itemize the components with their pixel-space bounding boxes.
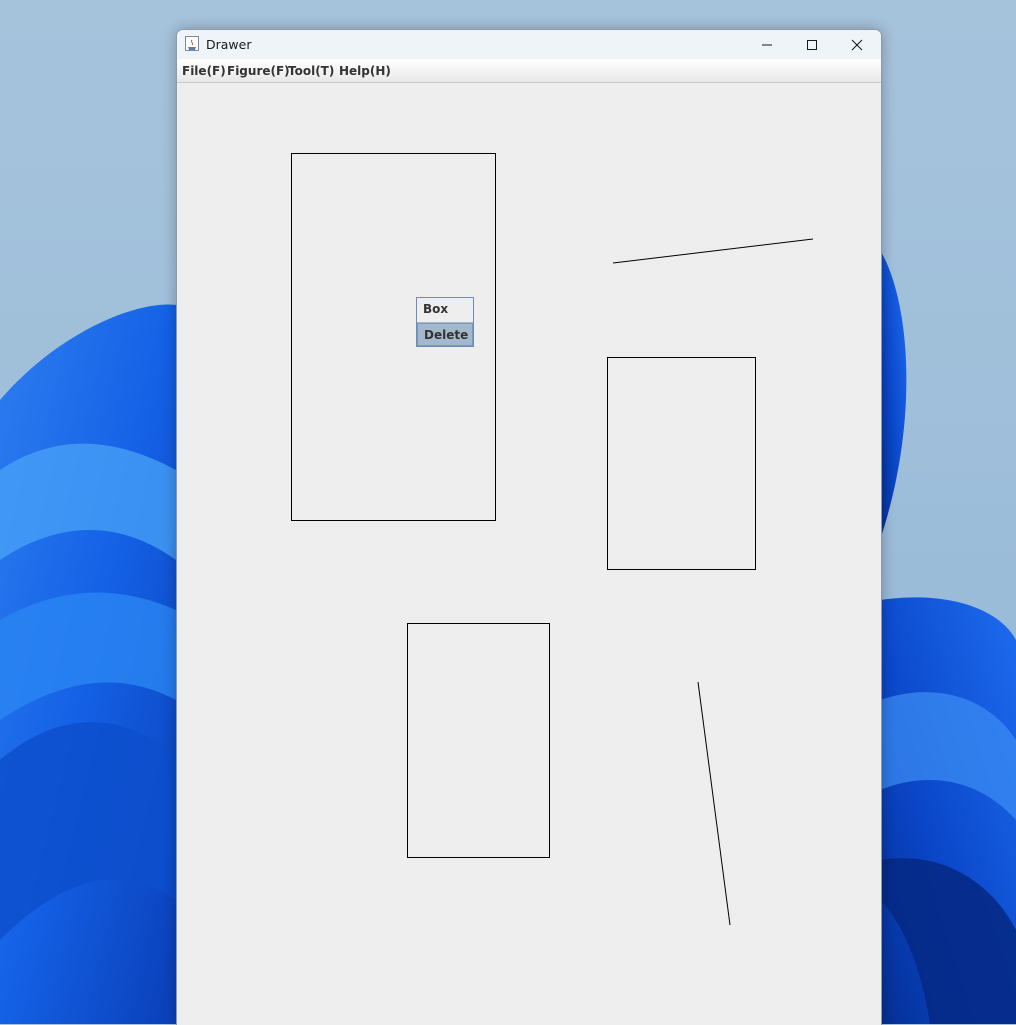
minimize-icon <box>762 44 772 45</box>
drawer-window: Drawer File(F) Figure(F) Tool(T) Help(H) <box>176 29 882 1025</box>
drawing-canvas[interactable]: Box Delete <box>177 83 881 1025</box>
menu-help[interactable]: Help(H) <box>339 64 391 78</box>
title-bar[interactable]: Drawer <box>177 30 881 59</box>
line-figure[interactable] <box>612 238 814 264</box>
figures-layer <box>291 153 814 926</box>
menu-file[interactable]: File(F) <box>182 64 226 78</box>
line-figure[interactable] <box>697 681 731 926</box>
close-icon <box>851 39 863 50</box>
menu-figure[interactable]: Figure(F) <box>227 64 290 78</box>
context-menu-item-box[interactable]: Box <box>417 298 473 321</box>
context-menu: Box Delete <box>416 297 474 347</box>
context-menu-item-delete[interactable]: Delete <box>417 323 473 346</box>
menu-bar: File(F) Figure(F) Tool(T) Help(H) <box>177 59 881 83</box>
minimize-button[interactable] <box>744 30 790 59</box>
rectangle-figure[interactable] <box>407 623 550 858</box>
maximize-icon <box>807 39 817 50</box>
rectangle-figure[interactable] <box>607 357 756 570</box>
close-button[interactable] <box>834 30 880 59</box>
window-title: Drawer <box>206 37 252 52</box>
java-app-icon <box>185 36 199 51</box>
menu-tool[interactable]: Tool(T) <box>288 64 334 78</box>
maximize-button[interactable] <box>789 30 835 59</box>
